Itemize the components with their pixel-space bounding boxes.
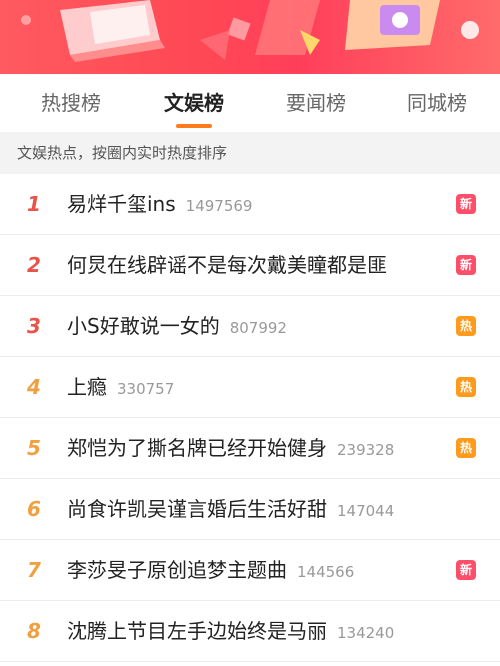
rank-number: 7 — [27, 558, 41, 582]
list-description: 文娱热点，按圈内实时热度排序 — [0, 132, 500, 174]
list-item[interactable]: 6 尚食许凯吴谨言婚后生活好甜 147044 — [0, 479, 500, 540]
header-banner — [0, 0, 500, 74]
list-item[interactable]: 7 李莎旻子原创追梦主题曲 144566 新 — [0, 540, 500, 601]
heat-count: 147044 — [337, 502, 395, 520]
rank-number: 1 — [27, 192, 41, 216]
rank-number: 8 — [27, 619, 41, 643]
item-text: 易烊千玺ins 1497569 — [67, 174, 252, 234]
item-text: 尚食许凯吴谨言婚后生活好甜 147044 — [67, 479, 394, 539]
item-title[interactable]: 易烊千玺ins — [67, 192, 176, 216]
hot-badge: 热 — [456, 377, 476, 397]
list-item[interactable]: 1 易烊千玺ins 1497569 新 — [0, 174, 500, 235]
hot-badge: 热 — [456, 438, 476, 458]
list-description-text: 文娱热点，按圈内实时热度排序 — [17, 144, 228, 162]
item-text: 上瘾 330757 — [67, 357, 174, 417]
banner-illustration — [21, 0, 479, 62]
ranking-list: 1 易烊千玺ins 1497569 新 2 何炅在线辟谣不是每次戴美瞳都是匪新 3 小S好敢说… — [0, 174, 500, 662]
item-title[interactable]: 郑恺为了撕名牌已经开始健身 — [67, 436, 327, 460]
tab-bar: 热搜榜 文娱榜 要闻榜 同城榜 — [0, 74, 500, 132]
rank-number: 3 — [27, 314, 41, 338]
list-item[interactable]: 5 郑恺为了撕名牌已经开始健身 239328 热 — [0, 418, 500, 479]
item-title[interactable]: 沈腾上节目左手边始终是马丽 — [67, 619, 327, 643]
rank-number: 5 — [27, 436, 41, 460]
rank-number: 4 — [27, 375, 41, 399]
new-badge: 新 — [456, 560, 476, 580]
item-title[interactable]: 小S好敢说一女的 — [67, 314, 220, 338]
item-text: 小S好敢说一女的 807992 — [67, 296, 287, 356]
item-title[interactable]: 何炅在线辟谣不是每次戴美瞳都是匪 — [67, 253, 387, 277]
tab-entertainment[interactable]: 文娱榜 — [158, 88, 230, 118]
list-item[interactable]: 4 上瘾 330757 热 — [0, 357, 500, 418]
heat-count: 1497569 — [185, 197, 253, 215]
item-title[interactable]: 李莎旻子原创追梦主题曲 — [67, 558, 287, 582]
list-item[interactable]: 8 沈腾上节目左手边始终是马丽 134240 — [0, 601, 500, 662]
item-text: 郑恺为了撕名牌已经开始健身 239328 — [67, 418, 394, 478]
item-text: 沈腾上节目左手边始终是马丽 134240 — [67, 601, 394, 661]
list-item[interactable]: 3 小S好敢说一女的 807992 热 — [0, 296, 500, 357]
heat-count: 807992 — [229, 319, 287, 337]
rank-number: 6 — [27, 497, 41, 521]
heat-count: 239328 — [337, 441, 395, 459]
heat-count: 134240 — [337, 624, 395, 642]
item-title[interactable]: 上瘾 — [67, 375, 107, 399]
tab-local[interactable]: 同城榜 — [401, 88, 473, 118]
tab-hot-search[interactable]: 热搜榜 — [35, 88, 107, 118]
item-text: 何炅在线辟谣不是每次戴美瞳都是匪 — [67, 235, 387, 295]
active-tab-indicator — [176, 124, 212, 128]
list-item[interactable]: 2 何炅在线辟谣不是每次戴美瞳都是匪 新 — [0, 235, 500, 296]
heat-count: 144566 — [297, 563, 355, 581]
hot-badge: 热 — [456, 316, 476, 336]
new-badge: 新 — [456, 194, 476, 214]
heat-count: 330757 — [117, 380, 175, 398]
tab-news[interactable]: 要闻榜 — [280, 88, 352, 118]
new-badge: 新 — [456, 255, 476, 275]
item-title[interactable]: 尚食许凯吴谨言婚后生活好甜 — [67, 497, 327, 521]
item-text: 李莎旻子原创追梦主题曲 144566 — [67, 540, 354, 600]
rank-number: 2 — [27, 253, 41, 277]
